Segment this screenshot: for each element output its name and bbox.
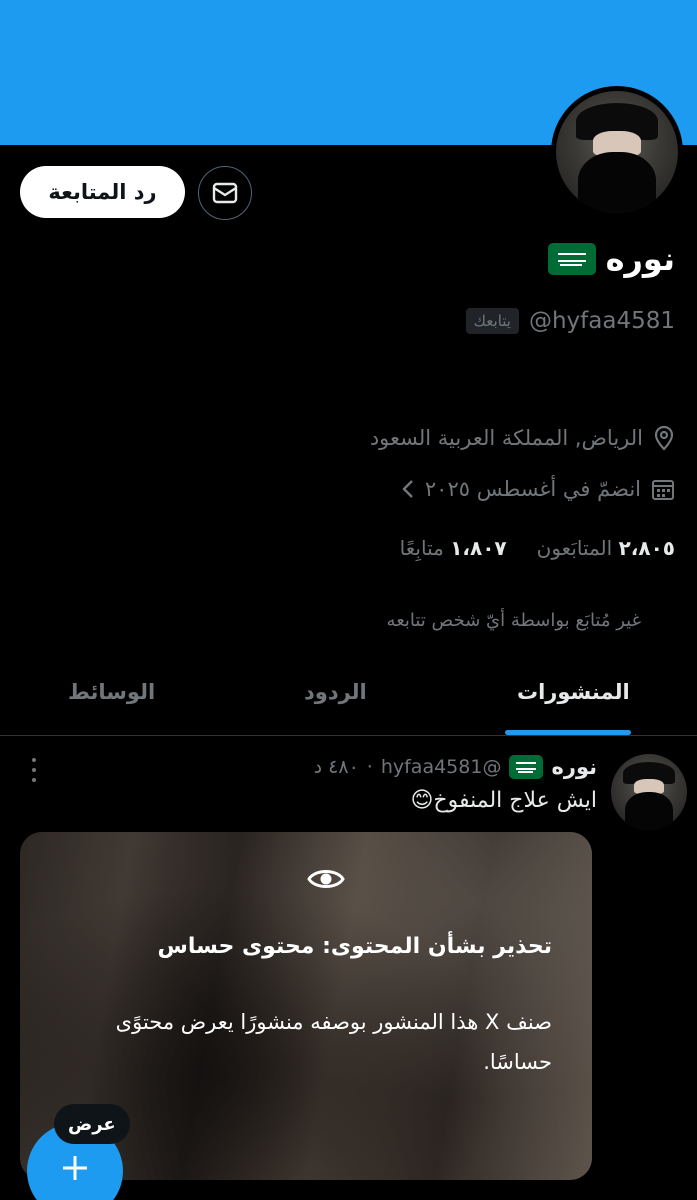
post-separator: · — [366, 756, 373, 778]
following-count: ١،٨٠٧ — [450, 536, 507, 560]
show-media-button[interactable]: عرض — [54, 1104, 130, 1144]
profile-location: الرياض, المملكة العربية السعود — [369, 426, 643, 450]
following-stat[interactable]: ١،٨٠٧ متابِعًا — [400, 536, 507, 560]
profile-avatar[interactable] — [551, 86, 683, 218]
chevron-left-icon — [402, 480, 413, 498]
follows-you-badge: يتابعك — [465, 308, 519, 334]
following-label: متابِعًا — [399, 536, 444, 560]
active-tab-indicator — [505, 730, 631, 735]
saudi-flag-icon — [509, 755, 544, 779]
saudi-flag-icon — [547, 243, 596, 275]
profile-name: نوره — [605, 240, 675, 278]
post-time: ٤٨٠ د — [313, 756, 359, 778]
eye-icon — [307, 870, 345, 888]
follow-back-button[interactable]: رد المتابعة — [20, 166, 185, 218]
content-warning-body: صنف X هذا المنشور بوصفه منشورًا يعرض محت… — [115, 1010, 552, 1074]
location-row: الرياض, المملكة العربية السعود — [370, 425, 675, 451]
not-followed-notice: غير مُتابَع بواسطة أيّ شخص تتابعه — [386, 610, 641, 631]
tab-posts[interactable]: المنشورات — [517, 680, 630, 704]
sensitive-media-card[interactable]: تحذير بشأن المحتوى: محتوى حساس صنف X هذا… — [20, 832, 592, 1180]
tab-media[interactable]: الوسائط — [68, 680, 155, 704]
post-header: نوره @hyfaa4581 · ٤٨٠ د — [314, 755, 597, 779]
tab-replies[interactable]: الردود — [304, 680, 367, 704]
profile-handle-row: @hyfaa4581 يتابعك — [465, 308, 675, 334]
more-options-icon[interactable] — [30, 758, 38, 782]
content-warning-title: تحذير بشأن المحتوى: محتوى حساس — [157, 934, 552, 959]
message-button[interactable] — [198, 166, 252, 220]
post-author-handle[interactable]: @hyfaa4581 — [381, 756, 502, 778]
plus-icon — [63, 1156, 87, 1180]
follow-stats: ٢،٨٠٥ المتابَعون ١،٨٠٧ متابِعًا — [400, 536, 675, 560]
followers-count: ٢،٨٠٥ — [618, 536, 675, 560]
profile-name-row: نوره — [547, 240, 675, 278]
joined-row[interactable]: انضمّ في أغسطس ٢٠٢٥ — [401, 477, 675, 501]
calendar-icon — [652, 480, 674, 500]
profile-tabs: المنشورات الردود الوسائط — [0, 660, 697, 736]
avatar-image — [556, 91, 678, 213]
profile-joined: انضمّ في أغسطس ٢٠٢٥ — [424, 477, 641, 501]
envelope-icon — [212, 182, 238, 204]
profile-handle: @hyfaa4581 — [528, 308, 675, 334]
post-text: ايش علاج المنفوخ😊 — [410, 788, 597, 813]
location-pin-icon — [654, 425, 674, 451]
followers-stat[interactable]: ٢،٨٠٥ المتابَعون — [537, 536, 675, 560]
post-author-name[interactable]: نوره — [551, 755, 597, 779]
followers-label: المتابَعون — [536, 536, 613, 560]
post-avatar[interactable] — [611, 754, 687, 830]
